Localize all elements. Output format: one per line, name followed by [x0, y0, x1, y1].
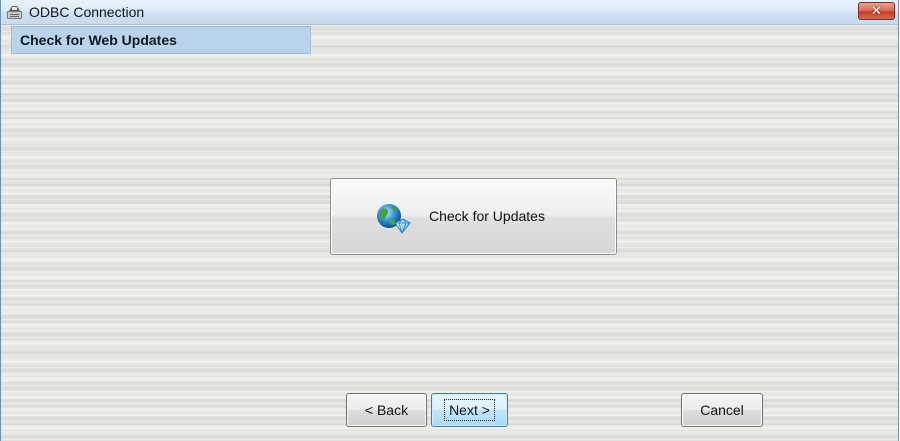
title-bar[interactable]: ODBC Connection ✕	[1, 0, 898, 25]
cancel-button[interactable]: Cancel	[681, 393, 763, 427]
odbc-app-icon	[7, 6, 22, 19]
check-for-updates-label: Check for Updates	[429, 208, 545, 224]
section-header: Check for Web Updates	[11, 26, 311, 54]
close-button[interactable]: ✕	[858, 2, 895, 20]
section-title: Check for Web Updates	[20, 32, 177, 48]
next-button-label: Next >	[444, 399, 495, 421]
next-button[interactable]: Next >	[431, 393, 508, 427]
cancel-button-label: Cancel	[700, 402, 744, 418]
back-button-label: < Back	[364, 402, 409, 418]
window-title: ODBC Connection	[29, 4, 145, 20]
close-icon: ✕	[871, 3, 882, 19]
check-for-updates-button[interactable]: Check for Updates	[330, 178, 617, 255]
globe-update-icon	[377, 204, 411, 234]
back-button[interactable]: < Back	[346, 393, 427, 427]
odbc-connection-window: ODBC Connection ✕ Check for Web Updates	[0, 0, 899, 441]
